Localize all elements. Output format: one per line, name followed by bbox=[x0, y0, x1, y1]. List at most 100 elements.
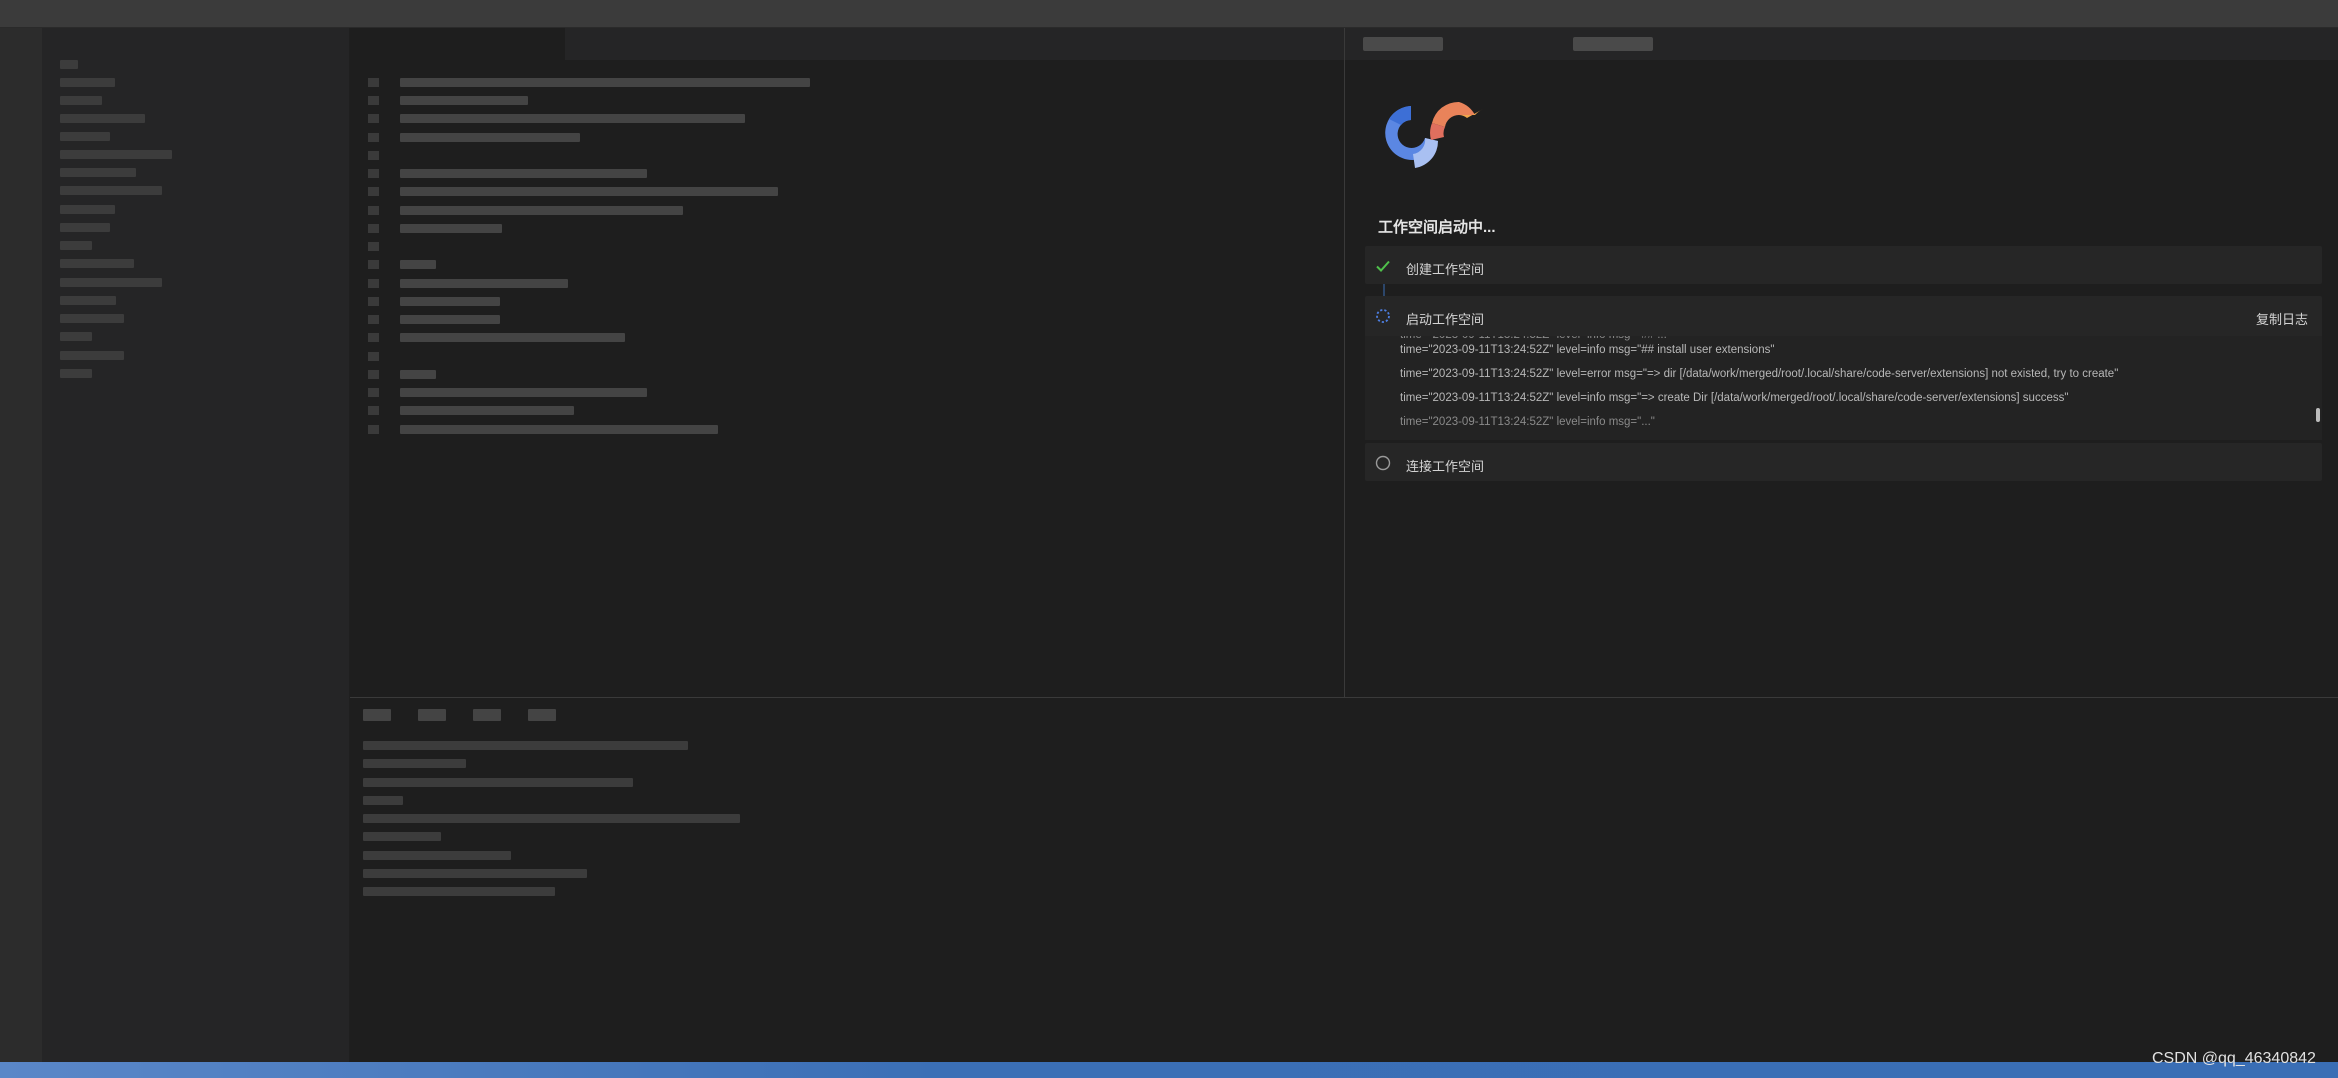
sidebar-item[interactable] bbox=[60, 223, 110, 232]
sidebar-item[interactable] bbox=[60, 259, 134, 268]
log-output: time="2023-09-11T13:24:52Z" level=info m… bbox=[1365, 336, 2322, 440]
code-line bbox=[400, 333, 625, 342]
log-scrollbar[interactable] bbox=[2316, 408, 2320, 422]
code-line bbox=[400, 260, 436, 269]
line-marker bbox=[368, 151, 379, 160]
line-marker bbox=[368, 242, 379, 251]
loading-spinner-icon bbox=[1376, 309, 1390, 323]
step-label: 启动工作空间 bbox=[1406, 312, 1485, 327]
sidebar-item[interactable] bbox=[60, 132, 110, 141]
cloudstudio-logo-icon bbox=[1385, 101, 1483, 168]
code-line bbox=[400, 279, 568, 288]
editor-tab-bar bbox=[350, 28, 1344, 60]
sidebar-item[interactable] bbox=[60, 332, 92, 341]
panel-line bbox=[363, 778, 633, 787]
code-line bbox=[400, 114, 745, 123]
code-line bbox=[400, 406, 574, 415]
panel-line bbox=[363, 796, 403, 805]
code-line bbox=[400, 206, 683, 215]
sidebar-item[interactable] bbox=[60, 278, 162, 287]
code-line bbox=[400, 133, 580, 142]
copy-log-button[interactable]: 复制日志 bbox=[2256, 309, 2308, 328]
panel-line bbox=[363, 814, 740, 823]
sidebar-item[interactable] bbox=[60, 150, 172, 159]
line-marker bbox=[368, 352, 379, 361]
line-marker bbox=[368, 187, 379, 196]
workspace-tab-bar bbox=[1345, 28, 2338, 60]
sidebar-item[interactable] bbox=[60, 205, 115, 214]
line-marker bbox=[368, 297, 379, 306]
code-line bbox=[400, 224, 502, 233]
panel-tab[interactable] bbox=[528, 709, 556, 721]
line-marker bbox=[368, 224, 379, 233]
panel-line bbox=[363, 759, 466, 768]
line-marker bbox=[368, 406, 379, 415]
sidebar-item[interactable] bbox=[60, 186, 162, 195]
log-line: time="2023-09-11T13:24:52Z" level=info m… bbox=[1400, 336, 1671, 341]
code-line bbox=[400, 187, 778, 196]
code-line bbox=[400, 370, 436, 379]
title-bar bbox=[0, 0, 2338, 28]
editor-tab[interactable] bbox=[350, 28, 565, 60]
line-marker bbox=[368, 260, 379, 269]
editor-area bbox=[350, 28, 1344, 696]
line-marker bbox=[368, 388, 379, 397]
code-line bbox=[400, 169, 647, 178]
status-bar bbox=[0, 1062, 2338, 1078]
check-icon bbox=[1376, 260, 1390, 272]
step-label: 创建工作空间 bbox=[1406, 262, 1485, 277]
line-marker bbox=[368, 425, 379, 434]
panel-line bbox=[363, 741, 688, 750]
step-start-workspace: 启动工作空间 复制日志 time="2023-09-11T13:24:52Z" … bbox=[1365, 296, 2322, 440]
log-line: time="2023-09-11T13:24:52Z" level=info m… bbox=[1400, 416, 1655, 428]
code-line bbox=[400, 78, 810, 87]
sidebar-item[interactable] bbox=[60, 60, 78, 69]
workspace-status-title: 工作空间启动中... bbox=[1378, 219, 1496, 236]
step-create-workspace: 创建工作空间 bbox=[1365, 246, 2322, 284]
sidebar-item[interactable] bbox=[60, 78, 115, 87]
line-marker bbox=[368, 114, 379, 123]
sidebar-explorer bbox=[42, 28, 350, 1062]
panel-line bbox=[363, 869, 587, 878]
sidebar-item[interactable] bbox=[60, 241, 92, 250]
line-marker bbox=[368, 96, 379, 105]
workspace-tab[interactable] bbox=[1573, 37, 1653, 51]
log-line: time="2023-09-11T13:24:52Z" level=info m… bbox=[1400, 344, 1775, 356]
activity-bar bbox=[0, 28, 42, 1062]
sidebar-item[interactable] bbox=[60, 168, 136, 177]
log-line: time="2023-09-11T13:24:52Z" level=info m… bbox=[1400, 392, 2069, 404]
line-marker bbox=[368, 206, 379, 215]
sidebar-item[interactable] bbox=[60, 96, 102, 105]
code-line bbox=[400, 425, 718, 434]
panel-line bbox=[363, 851, 511, 860]
pending-circle-icon bbox=[1375, 455, 1391, 471]
line-marker bbox=[368, 133, 379, 142]
line-marker bbox=[368, 315, 379, 324]
line-marker bbox=[368, 279, 379, 288]
line-marker bbox=[368, 370, 379, 379]
code-line bbox=[400, 297, 500, 306]
panel-tab[interactable] bbox=[473, 709, 501, 721]
line-marker bbox=[368, 333, 379, 342]
code-line bbox=[400, 96, 528, 105]
bottom-panel bbox=[350, 697, 2338, 1062]
watermark-text: CSDN @qq_46340842 bbox=[2152, 1050, 2316, 1067]
panel-tab[interactable] bbox=[418, 709, 446, 721]
sidebar-item[interactable] bbox=[60, 351, 124, 360]
workspace-panel: 工作空间启动中... 创建工作空间 启动工作空间 复制日志 time="2023… bbox=[1344, 28, 2338, 697]
code-line bbox=[400, 388, 647, 397]
step-label: 连接工作空间 bbox=[1406, 459, 1485, 474]
panel-line bbox=[363, 887, 555, 896]
panel-tab[interactable] bbox=[363, 709, 391, 721]
log-line: time="2023-09-11T13:24:52Z" level=error … bbox=[1400, 368, 2119, 380]
code-line bbox=[400, 315, 500, 324]
workspace-tab[interactable] bbox=[1363, 37, 1443, 51]
line-marker bbox=[368, 78, 379, 87]
step-connect-workspace: 连接工作空间 bbox=[1365, 443, 2322, 481]
panel-line bbox=[363, 832, 441, 841]
sidebar-item[interactable] bbox=[60, 296, 116, 305]
sidebar-item[interactable] bbox=[60, 114, 145, 123]
sidebar-item[interactable] bbox=[60, 314, 124, 323]
line-marker bbox=[368, 169, 379, 178]
sidebar-item[interactable] bbox=[60, 369, 92, 378]
